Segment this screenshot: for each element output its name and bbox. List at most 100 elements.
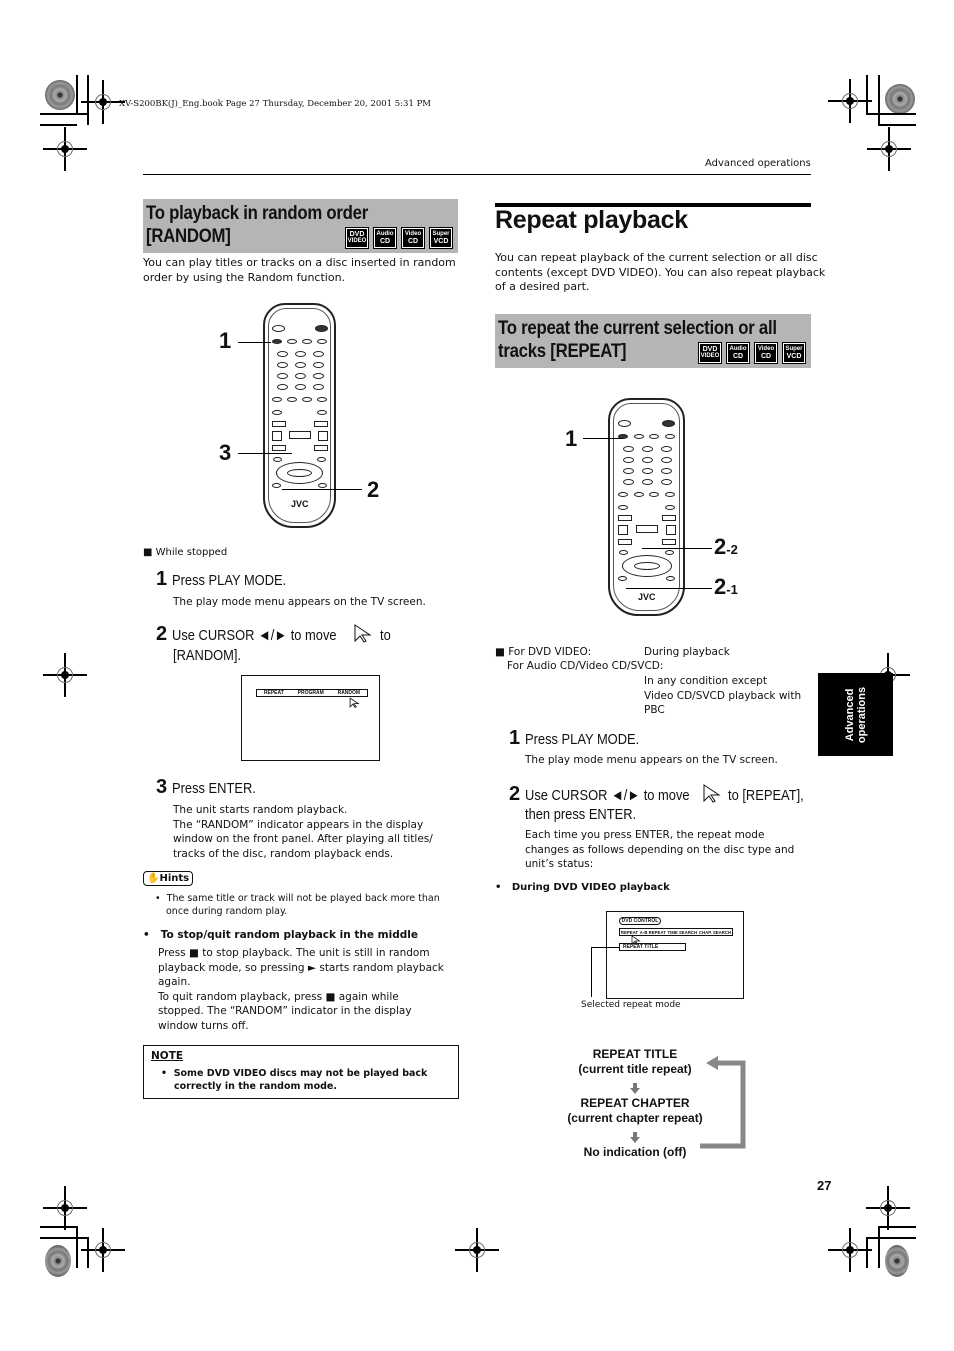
menu-time-search: TIME SEARCH [667, 929, 698, 935]
callout-1: 1 [565, 426, 578, 451]
stop-quit-text: Press ■ to stop playback. The unit is st… [158, 947, 444, 1032]
cursor-arrow-icon [354, 624, 372, 643]
repeat-step-1: 1 Press PLAY MODE. [509, 727, 640, 749]
note-box: NOTE • Some DVD VIDEO discs may not be p… [143, 1045, 459, 1099]
down-arrow-icon [630, 1083, 640, 1094]
heading-line2: [RANDOM] [146, 225, 231, 247]
cursor-arrow-icon [349, 697, 360, 708]
audio-cd-badge: Audio CD [726, 342, 750, 364]
condition-cd-label: For Audio CD/Video CD/SVCD: [507, 660, 664, 672]
menu-repeat: REPEAT [263, 690, 284, 696]
registration-disc-top-right [885, 84, 915, 114]
callout-2-2: 2-2 [714, 534, 738, 559]
crop-mark [866, 1237, 868, 1268]
repeat-step-2-target: to [REPEAT], [728, 787, 804, 804]
callout-2-1: 2-1 [714, 574, 738, 599]
registration-mark [43, 653, 87, 697]
crop-mark [40, 124, 77, 126]
repeat-step-1-desc: The play mode menu appears on the TV scr… [525, 754, 778, 766]
crop-mark [76, 1226, 78, 1268]
file-info: XV-S200BK(J)_Eng.book Page 27 Thursday, … [119, 99, 431, 109]
random-intro: You can play titles or tracks on a disc … [143, 256, 456, 284]
selected-mode-caption: Selected repeat mode [581, 1000, 681, 1010]
condition-while-stopped: ■ While stopped [143, 547, 228, 558]
caption-leader-line [591, 947, 592, 997]
menu-repeat: REPEAT [620, 929, 639, 935]
hand-icon: ✋ [147, 873, 160, 884]
leader-line [626, 588, 712, 589]
callout-3: 3 [219, 440, 232, 465]
cursor-arrow-icon [703, 784, 721, 803]
dvd-video-badge: DVD VIDEO [345, 227, 369, 249]
section-tab-advanced-operations: Advanced operations [818, 673, 893, 756]
registration-disc-top-left [45, 80, 75, 110]
play-mode-button [272, 339, 282, 344]
down-arrow-icon [630, 1132, 640, 1143]
crop-mark [878, 124, 916, 126]
condition-dvd-label: ■ For DVD VIDEO: [495, 646, 592, 658]
crop-mark [878, 75, 880, 125]
menu-program: PROGRAM [297, 690, 324, 696]
super-vcd-badge: Super VCD [782, 342, 806, 364]
leader-line [282, 489, 362, 490]
page-title: Repeat playback [495, 206, 688, 234]
leader-line [238, 453, 292, 454]
flow-repeat-chapter: REPEAT CHAPTER (current chapter repeat) [567, 1096, 703, 1125]
repeat-intro: You can repeat playback of the current s… [495, 251, 826, 293]
jvc-logo: JVC [638, 592, 656, 602]
play-mode-menu-bar: REPEAT PROGRAM RANDOM [256, 689, 368, 697]
random-step-3: 3 Press ENTER. [156, 776, 257, 798]
video-cd-badge: Video CD [754, 342, 778, 364]
repeat-step-2: 2 Use CURSOR ◄/► to move [509, 783, 690, 805]
crop-mark [40, 1237, 88, 1239]
caption-leader-line [591, 947, 619, 948]
loop-back-arrow [700, 1056, 746, 1149]
super-vcd-badge: Super VCD [429, 227, 453, 249]
remote-control-illustration: JVC [263, 303, 336, 528]
remote-control-illustration: JVC [608, 398, 685, 616]
condition-cd-value: In any condition except Video CD/SVCD pl… [644, 675, 802, 716]
crop-mark [878, 1226, 916, 1228]
dvd-playback-label: • During DVD VIDEO playback [495, 882, 670, 893]
crop-mark [866, 1237, 916, 1239]
selected-repeat-mode-box: REPEAT TITLE [619, 943, 686, 951]
stop-quit-heading: • To stop/quit random playback in the mi… [143, 929, 418, 941]
callout-2: 2 [367, 477, 380, 502]
menu-random: RANDOM [337, 690, 361, 696]
enter-button [287, 469, 312, 477]
jvc-logo: JVC [291, 499, 309, 509]
registration-mark [828, 79, 872, 123]
registration-mark [43, 1186, 87, 1230]
enter-button [634, 562, 660, 570]
registration-mark [455, 1228, 499, 1272]
heading-line1: To playback in random order [146, 202, 368, 224]
leader-line [583, 438, 623, 439]
condition-dvd-value: During playback [644, 646, 730, 658]
menu-ab-repeat: A-B REPEAT [639, 929, 666, 935]
registration-mark [867, 127, 911, 171]
random-step-2-to: to [380, 627, 391, 644]
registration-disc-bottom-left [45, 1245, 71, 1277]
crop-mark [866, 113, 916, 115]
random-step-3-desc: The unit starts random playback. The “RA… [173, 804, 433, 860]
repeat-mode-flow: REPEAT TITLE (current title repeat) REPE… [550, 1047, 720, 1160]
registration-disc-bottom-right [885, 1245, 909, 1277]
repeat-step-2-desc: Each time you press ENTER, the repeat mo… [525, 829, 795, 870]
note-label: NOTE [151, 1050, 184, 1062]
running-head: Advanced operations [705, 158, 811, 169]
repeat-section-heading: To repeat the current selection or all t… [495, 314, 811, 368]
hints-badge: ✋Hints [143, 871, 194, 886]
page-number: 27 [817, 1178, 832, 1193]
note-text: Some DVD VIDEO discs may not be played b… [173, 1068, 428, 1079]
random-step-2: 2 Use CURSOR ◄/► to move [156, 623, 337, 645]
leader-line [238, 342, 271, 343]
callout-1: 1 [219, 328, 232, 353]
heading-line1: To repeat the current selection or all [498, 317, 777, 339]
random-step-1: 1 Press PLAY MODE. [156, 568, 287, 590]
tv-screen-dvd-control: DVD CONTROL REPEAT A-B REPEAT TIME SEARC… [606, 911, 744, 999]
crop-mark [76, 75, 78, 115]
tv-screen-play-mode-menu: REPEAT PROGRAM RANDOM [241, 675, 380, 761]
crop-mark [878, 1226, 880, 1268]
audio-cd-badge: Audio CD [373, 227, 397, 249]
repeat-step-2-enter: then press ENTER. [525, 806, 637, 823]
